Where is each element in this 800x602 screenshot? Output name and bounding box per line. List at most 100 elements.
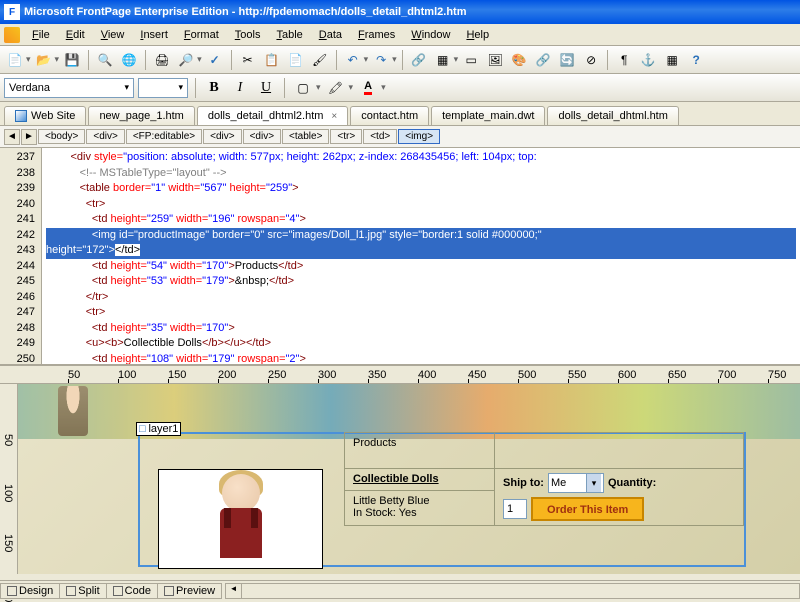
undo-button[interactable]: ↶	[342, 49, 364, 71]
redo-button[interactable]: ↷	[370, 49, 392, 71]
copy-button[interactable]: 📋	[261, 49, 283, 71]
doll-illustration	[206, 474, 276, 564]
design-icon	[7, 586, 17, 596]
quantity-input[interactable]: 1	[503, 499, 527, 519]
menubar: File Edit View Insert Format Tools Table…	[0, 24, 800, 46]
border-button[interactable]: ▢	[292, 77, 314, 99]
order-cell: Ship to: Me Quantity: 1 Order This Item	[495, 469, 744, 526]
picture-button[interactable]: 🖼	[484, 49, 506, 71]
view-mode-tabs: Design Split Code Preview ◄	[0, 580, 800, 600]
print-button[interactable]: 🖨	[151, 49, 173, 71]
frontpage-icon	[4, 27, 20, 43]
menu-edit[interactable]: Edit	[58, 27, 93, 43]
product-name: Little Betty Blue	[353, 495, 429, 507]
format-painter-button[interactable]: 🖌	[309, 49, 331, 71]
menu-format[interactable]: Format	[176, 27, 227, 43]
preview-button[interactable]: 🔎	[175, 49, 197, 71]
horizontal-ruler: 5010015020025030035040045050055060065070…	[0, 366, 800, 384]
view-tab-code[interactable]: Code	[106, 583, 158, 599]
code-editor[interactable]: 2372382392402412422432442452462472482492…	[0, 148, 800, 366]
file-tab[interactable]: template_main.dwt	[431, 106, 545, 125]
open-button[interactable]: 📂	[33, 49, 55, 71]
stop-button[interactable]: ⊘	[580, 49, 602, 71]
globe-icon	[15, 110, 27, 122]
tab-web-site[interactable]: Web Site	[4, 106, 86, 125]
design-view[interactable]: □ layer1 Products Collectible Dolls Ship…	[18, 384, 800, 574]
breadcrumb-tag[interactable]: <img>	[398, 129, 440, 144]
underline-button[interactable]: U	[255, 77, 277, 99]
file-tabs-row: Web Site new_page_1.htmdolls_detail_dhtm…	[0, 102, 800, 126]
view-tab-preview[interactable]: Preview	[157, 583, 222, 599]
file-tab[interactable]: new_page_1.htm	[88, 106, 194, 125]
breadcrumb-next-icon[interactable]: ►	[21, 129, 37, 145]
webcomponent-button[interactable]: 🔗	[408, 49, 430, 71]
split-icon	[66, 586, 76, 596]
layer-button[interactable]: ▭	[460, 49, 482, 71]
highlight-button[interactable]: 🖍	[325, 77, 347, 99]
save-button[interactable]: 💾	[61, 49, 83, 71]
help-button[interactable]: ?	[685, 49, 707, 71]
view-tab-split[interactable]: Split	[59, 583, 106, 599]
publish-button[interactable]: 🌐	[118, 49, 140, 71]
menu-tools[interactable]: Tools	[227, 27, 269, 43]
new-button[interactable]: 📄	[4, 49, 26, 71]
product-image[interactable]	[158, 469, 323, 569]
ship-to-label: Ship to:	[503, 477, 544, 489]
file-tab[interactable]: dolls_detail_dhtml2.htm ×	[197, 106, 348, 125]
font-color-button[interactable]: A	[357, 77, 379, 99]
font-size-combo[interactable]	[138, 78, 188, 98]
breadcrumb-tag[interactable]: <div>	[243, 129, 281, 144]
quantity-label: Quantity:	[608, 477, 656, 489]
breadcrumb-tag[interactable]: <div>	[203, 129, 241, 144]
show-layer-button[interactable]: ⚓	[637, 49, 659, 71]
refresh-button[interactable]: 🔄	[556, 49, 578, 71]
ship-to-combo[interactable]: Me	[548, 473, 604, 493]
bold-button[interactable]: B	[203, 77, 225, 99]
preview-icon	[164, 586, 174, 596]
code-content[interactable]: <div style="position: absolute; width: 5…	[42, 148, 800, 364]
menu-frames[interactable]: Frames	[350, 27, 403, 43]
menu-window[interactable]: Window	[403, 27, 458, 43]
window-title: Microsoft FrontPage Enterprise Edition -…	[24, 6, 466, 18]
file-tab[interactable]: dolls_detail_dhtml.htm	[547, 106, 678, 125]
close-icon[interactable]: ×	[331, 111, 337, 122]
menu-file[interactable]: File	[24, 27, 58, 43]
horizontal-scrollbar[interactable]: ◄	[225, 583, 800, 599]
menu-view[interactable]: View	[93, 27, 133, 43]
paste-button[interactable]: 📄	[285, 49, 307, 71]
vertical-ruler: 50100150200	[0, 384, 18, 574]
breadcrumb-tag[interactable]: <FP:editable>	[126, 129, 202, 144]
spell-button[interactable]: ✓	[204, 49, 226, 71]
stock-status: In Stock: Yes	[353, 507, 417, 519]
font-combo[interactable]: Verdana	[4, 78, 134, 98]
code-icon	[113, 586, 123, 596]
tag-breadcrumb: ◄ ► <body><div><FP:editable><div><div><t…	[0, 126, 800, 148]
show-all-button[interactable]: ¶	[613, 49, 635, 71]
view-tab-design[interactable]: Design	[0, 583, 60, 599]
zoom-button[interactable]: ▦	[661, 49, 683, 71]
details-cell: Little Betty Blue In Stock: Yes	[345, 491, 495, 526]
file-tab[interactable]: contact.htm	[350, 106, 429, 125]
breadcrumb-tag[interactable]: <table>	[282, 129, 329, 144]
menu-table[interactable]: Table	[268, 27, 310, 43]
italic-button[interactable]: I	[229, 77, 251, 99]
menu-insert[interactable]: Insert	[132, 27, 176, 43]
breadcrumb-tag[interactable]: <div>	[86, 129, 124, 144]
search-button[interactable]: 🔍	[94, 49, 116, 71]
format-toolbar: Verdana B I U ▢▾ 🖍▾ A▾	[0, 74, 800, 102]
cut-button[interactable]: ✂	[237, 49, 259, 71]
drawing-button[interactable]: 🎨	[508, 49, 530, 71]
hyperlink-button[interactable]: 🔗	[532, 49, 554, 71]
breadcrumb-tag[interactable]: <tr>	[330, 129, 362, 144]
breadcrumb-tag[interactable]: <td>	[363, 129, 397, 144]
breadcrumb-tag[interactable]: <body>	[38, 129, 85, 144]
menu-data[interactable]: Data	[311, 27, 350, 43]
breadcrumb-prev-icon[interactable]: ◄	[4, 129, 20, 145]
line-gutter: 2372382392402412422432442452462472482492…	[0, 148, 42, 364]
layer-handle[interactable]: □ layer1	[136, 422, 181, 436]
table-button[interactable]: ▦	[432, 49, 454, 71]
menu-help[interactable]: Help	[458, 27, 497, 43]
file-tab-label: dolls_detail_dhtml2.htm	[208, 110, 324, 122]
file-tab-label: contact.htm	[361, 110, 418, 122]
order-button[interactable]: Order This Item	[531, 497, 644, 521]
